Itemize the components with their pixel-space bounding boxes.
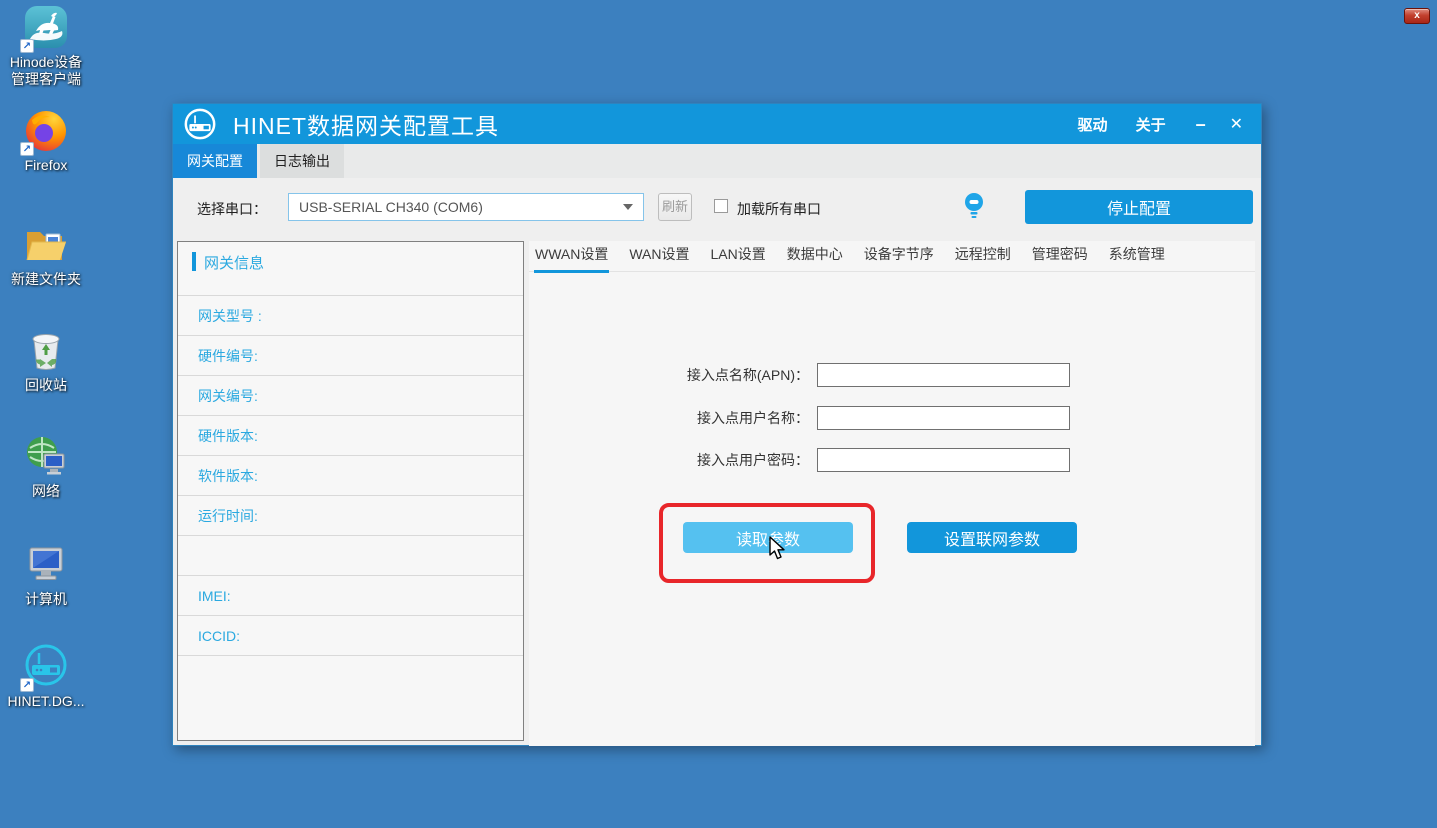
serial-toolbar: 选择串口： USB-SERIAL CH340 (COM6) 刷新 加载所有串口 …	[173, 178, 1261, 236]
tab-wwan[interactable]: WWAN设置	[534, 241, 609, 273]
folder-icon	[22, 220, 70, 268]
apn-row: 接入点名称(APN)：	[529, 362, 1070, 388]
header-accent-bar	[192, 252, 196, 271]
gateway-info-panel: 网关信息 网关型号 : 硬件编号: 网关编号: 硬件版本: 软件版本: 运行时间…	[177, 241, 524, 741]
tab-system-management[interactable]: 系统管理	[1108, 241, 1166, 270]
tab-remote-control[interactable]: 远程控制	[954, 241, 1012, 270]
info-row-uptime: 运行时间:	[178, 496, 523, 536]
apn-input[interactable]	[817, 363, 1070, 387]
tab-data-center[interactable]: 数据中心	[786, 241, 844, 270]
desktop-icon-computer[interactable]: 计算机	[0, 540, 92, 608]
desktop-icon-label: 回收站	[0, 377, 92, 394]
tab-gateway-config[interactable]: 网关配置	[173, 144, 257, 178]
apn-user-row: 接入点用户名称：	[529, 405, 1070, 431]
apn-pass-row: 接入点用户密码：	[529, 447, 1070, 473]
bulb-status-icon	[961, 191, 987, 221]
recycle-bin-icon	[22, 326, 70, 374]
minimize-button[interactable]: –	[1180, 109, 1222, 139]
load-all-ports-label: 加载所有串口	[737, 199, 821, 219]
info-row-gw-id: 网关编号:	[178, 376, 523, 416]
info-row-hw-id: 硬件编号:	[178, 336, 523, 376]
desktop-icon-recycle-bin[interactable]: 回收站	[0, 326, 92, 394]
read-params-button[interactable]: 读取参数	[683, 522, 853, 553]
stop-config-button[interactable]: 停止配置	[1025, 190, 1253, 224]
computer-icon	[22, 540, 70, 588]
tab-lan[interactable]: LAN设置	[710, 241, 767, 270]
settings-panel: WWAN设置 WAN设置 LAN设置 数据中心 设备字节序 远程控制 管理密码 …	[529, 241, 1255, 746]
desktop-icon-label: Firefox	[0, 157, 92, 174]
desktop-icon-label: Hinode设备 管理客户端	[0, 54, 92, 88]
apn-password-input[interactable]	[817, 448, 1070, 472]
tab-byte-order[interactable]: 设备字节序	[863, 241, 935, 270]
close-button[interactable]: ✕	[1222, 114, 1261, 134]
tab-wan[interactable]: WAN设置	[628, 241, 690, 270]
desktop-icon-label: 新建文件夹	[0, 271, 92, 288]
chevron-down-icon	[623, 204, 633, 210]
network-icon	[22, 432, 70, 480]
remote-close-button[interactable]: x	[1404, 8, 1430, 24]
info-row-empty	[178, 536, 523, 576]
load-all-ports-checkbox[interactable]	[714, 199, 728, 213]
info-row-sw-ver: 软件版本:	[178, 456, 523, 496]
refresh-button[interactable]: 刷新	[658, 193, 692, 221]
info-row-imei: IMEI:	[178, 576, 523, 616]
settings-tab-bar: WWAN设置 WAN设置 LAN设置 数据中心 设备字节序 远程控制 管理密码 …	[529, 241, 1255, 272]
info-row-hw-ver: 硬件版本:	[178, 416, 523, 456]
apn-username-input[interactable]	[817, 406, 1070, 430]
port-select-label: 选择串口：	[197, 199, 267, 219]
hinode-app-icon: ↗	[22, 3, 70, 51]
router-app-icon	[183, 107, 217, 141]
shortcut-arrow-icon: ↗	[20, 142, 34, 156]
tab-log-output[interactable]: 日志输出	[260, 144, 344, 178]
apn-username-label: 接入点用户名称：	[529, 408, 817, 428]
info-row-model: 网关型号 :	[178, 296, 523, 336]
main-tab-bar: 网关配置 日志输出	[173, 144, 1261, 178]
desktop-icon-hinode[interactable]: ↗ Hinode设备 管理客户端	[0, 3, 92, 88]
desktop-icon-label: HINET.DG...	[0, 693, 92, 710]
firefox-icon: ↗	[22, 106, 70, 154]
desktop-icon-new-folder[interactable]: 新建文件夹	[0, 220, 92, 288]
desktop-icon-hinet[interactable]: ↗ HINET.DG...	[0, 642, 92, 710]
tab-admin-password[interactable]: 管理密码	[1031, 241, 1089, 270]
serial-port-dropdown[interactable]: USB-SERIAL CH340 (COM6)	[288, 193, 644, 221]
app-window: HINET数据网关配置工具 驱动 关于 – ✕ 网关配置 日志输出 选择串口： …	[172, 103, 1262, 746]
gateway-info-header: 网关信息	[178, 242, 523, 296]
desktop-icon-firefox[interactable]: ↗ Firefox	[0, 106, 92, 174]
desktop-icon-label: 网络	[0, 483, 92, 500]
desktop-icon-network[interactable]: 网络	[0, 432, 92, 500]
about-menu-button[interactable]: 关于	[1122, 114, 1180, 135]
serial-port-value: USB-SERIAL CH340 (COM6)	[299, 199, 483, 215]
shortcut-arrow-icon: ↗	[20, 678, 34, 692]
apn-label: 接入点名称(APN)：	[529, 365, 817, 385]
window-title: HINET数据网关配置工具	[233, 107, 499, 141]
hinet-router-icon: ↗	[22, 642, 70, 690]
set-network-params-button[interactable]: 设置联网参数	[907, 522, 1077, 553]
main-area: 网关信息 网关型号 : 硬件编号: 网关编号: 硬件版本: 软件版本: 运行时间…	[177, 236, 1257, 741]
shortcut-arrow-icon: ↗	[20, 39, 34, 53]
title-bar: HINET数据网关配置工具 驱动 关于 – ✕	[173, 104, 1261, 144]
apn-password-label: 接入点用户密码：	[529, 450, 817, 470]
driver-menu-button[interactable]: 驱动	[1064, 114, 1122, 135]
desktop-icon-label: 计算机	[0, 591, 92, 608]
info-row-iccid: ICCID:	[178, 616, 523, 656]
